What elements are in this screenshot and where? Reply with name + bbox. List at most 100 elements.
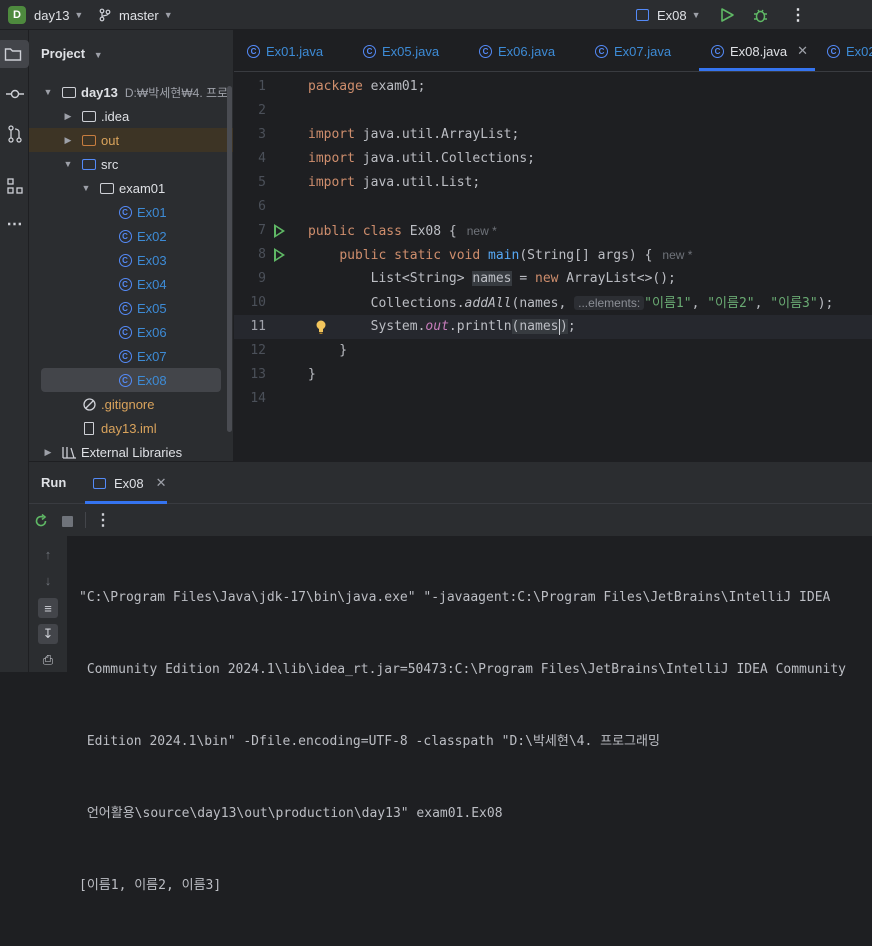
run-panel-title: Run [41,475,67,490]
tree-item-ex08[interactable]: C Ex08 [41,368,221,392]
tab-ex07[interactable]: C Ex07.java [595,30,672,71]
run-tab-ex08[interactable]: Ex08 ✕ [93,462,167,504]
tree-item-ex03[interactable]: C Ex03 [29,248,233,272]
more-actions-icon[interactable]: ⋮ [790,0,806,30]
pull-request-icon [7,125,22,143]
usage-hint[interactable]: new * [662,248,692,262]
tree-item-label: out [101,132,120,148]
usage-hint[interactable]: new * [467,224,497,238]
tree-item-ex07[interactable]: C Ex07 [29,344,233,368]
tree-item-idea[interactable]: ▶ .idea [29,104,233,128]
java-class-icon: C [117,205,133,219]
run-config-icon [636,9,649,21]
tree-item-label: Ex04 [137,276,167,292]
console-line: 언어활용\source\day13\out\production\day13" … [79,806,503,821]
tree-item-exam01[interactable]: ▼ exam01 [29,176,233,200]
commit-icon [5,89,24,99]
tab-ex01[interactable]: C Ex01.java [247,30,323,71]
java-class-icon: C [247,44,260,58]
tree-item-external-libraries[interactable]: ▶ External Libraries [29,440,233,461]
chevron-down-icon: ▼ [93,50,103,60]
tree-item-label: .gitignore [101,396,155,412]
code-line-9: List<String> names = new ArrayList<>(); [370,271,676,286]
project-badge: D [8,6,26,24]
tree-item-day13[interactable]: ▼ day13 D:₩박세현₩4. 프로 [29,80,233,104]
tree-item-ex01[interactable]: C Ex01 [29,200,233,224]
chevron-down-icon: ▼ [63,159,73,169]
run-class-gutter-icon[interactable] [274,224,285,238]
project-scrollbar[interactable] [227,86,232,432]
commit-tool-button[interactable] [0,80,29,108]
stop-icon[interactable] [62,516,73,527]
tree-item-ex06[interactable]: C Ex06 [29,320,233,344]
project-name: day13 [34,7,70,23]
parameter-inlay-hint: ...elements: [574,296,645,310]
tree-item-out[interactable]: ▶ out [29,128,233,152]
tab-label: Ex07.java [614,43,672,59]
project-tool-button[interactable] [0,40,29,68]
code-line-12: } [308,343,348,358]
arrow-down-icon[interactable]: ↓ [38,570,58,590]
vcs-widget[interactable]: master ▼ [98,0,173,30]
run-tab-label: Ex08 [114,475,144,491]
file-icon [81,421,97,435]
project-panel-header[interactable]: Project ▼ [41,46,103,61]
code-line-3: import java.util.ArrayList; [308,127,520,142]
tab-ex08[interactable]: C Ex08.java ✕ [711,30,808,71]
java-class-icon: C [117,301,133,315]
console-line: Edition 2024.1\bin" -Dfile.encoding=UTF-… [79,734,660,749]
soft-wrap-icon[interactable]: ≡ [38,598,58,618]
scroll-to-end-icon[interactable]: ↧ [38,624,58,644]
tab-ex05[interactable]: C Ex05.java [363,30,439,71]
excluded-folder-icon [81,133,97,147]
line-number: 9 [258,271,266,286]
structure-tool-button[interactable] [0,172,29,200]
run-button[interactable] [719,0,735,30]
tree-item-ex05[interactable]: C Ex05 [29,296,233,320]
tree-item-label: Ex03 [137,252,167,268]
tree-item-label: .idea [101,108,130,124]
close-icon[interactable]: ✕ [156,475,167,491]
line-number: 3 [258,127,266,142]
run-main-gutter-icon[interactable] [274,248,285,262]
tree-item-gitignore[interactable]: .gitignore [29,392,233,416]
java-class-icon: C [117,373,133,387]
run-config-selector[interactable]: Ex08 ▼ [636,0,701,30]
folder-icon [81,109,97,123]
console-side-toolbar: ↑ ↓ ≡ ↧ ⎙ [29,536,67,672]
project-widget[interactable]: D day13 ▼ [8,0,83,30]
package-icon [99,181,115,195]
line-number: 4 [258,151,266,166]
tree-item-ex02[interactable]: C Ex02 [29,224,233,248]
code-line-7: public class Ex08 {new * [308,224,497,239]
debug-button[interactable] [752,0,769,30]
close-icon[interactable]: ✕ [797,43,808,59]
tree-item-day13-iml[interactable]: day13.iml [29,416,233,440]
console-output[interactable]: "C:\Program Files\Java\jdk-17\bin\java.e… [79,538,869,946]
code-line-8: public static void main(String[] args) {… [339,248,693,263]
tree-item-label: Ex05 [137,300,167,316]
more-tool-windows-icon[interactable]: ⋯ [0,210,29,238]
line-number: 7 [258,223,266,238]
line-number: 12 [250,343,266,358]
run-panel: Run Ex08 ✕ ⋮ ↑ ↓ ≡ ↧ ⎙ "C:\Program Files… [29,462,872,893]
more-options-icon[interactable]: ⋮ [95,510,111,530]
java-class-icon: C [711,44,724,58]
line-number: 13 [250,367,266,382]
tool-window-stripe: ⋯ [0,30,29,672]
code-editor[interactable]: 1 2 3 4 5 6 7 8 9 10 11 12 13 14 package… [234,72,872,461]
java-class-icon: C [827,44,840,58]
arrow-up-icon[interactable]: ↑ [38,544,58,564]
tree-item-ex04[interactable]: C Ex04 [29,272,233,296]
tab-ex06[interactable]: C Ex06.java [479,30,555,71]
rerun-icon[interactable] [34,514,48,528]
chevron-right-icon: ▶ [64,134,72,145]
code-line-1: package exam01; [308,79,426,94]
tree-item-label: exam01 [119,180,166,196]
tree-item-src[interactable]: ▼ src [29,152,233,176]
tab-ex02[interactable]: C Ex02 [827,30,872,71]
line-number: 6 [258,199,266,214]
print-icon[interactable]: ⎙ [38,650,58,670]
pull-requests-tool-button[interactable] [0,120,29,148]
java-class-icon: C [117,253,133,267]
